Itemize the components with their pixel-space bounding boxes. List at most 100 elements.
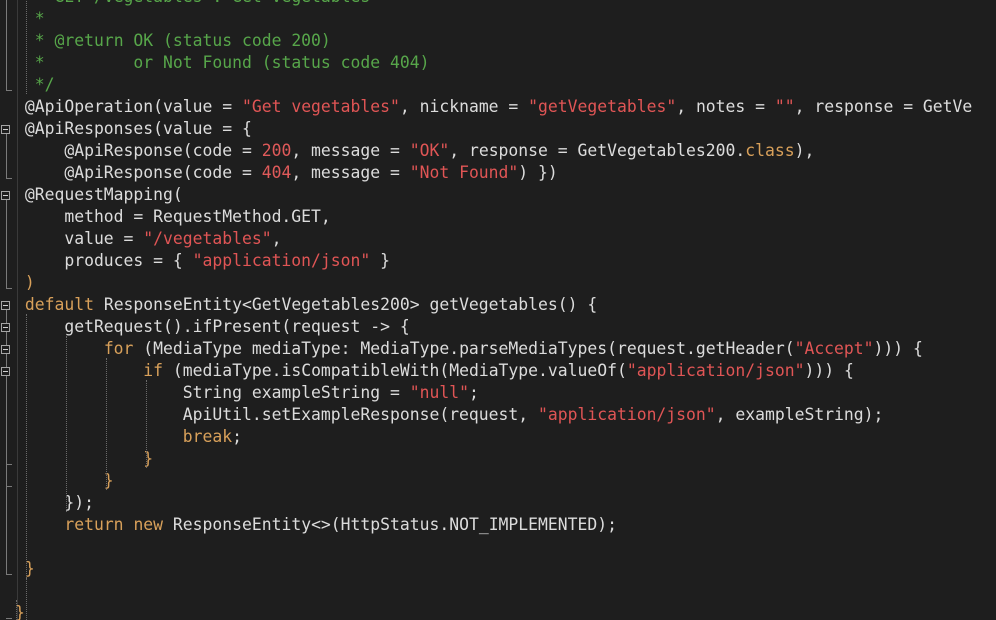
fold-end-marker [6,486,12,487]
code-editor[interactable]: * GET /vegetables : Get vegetables * * @… [0,0,996,620]
code-line[interactable]: @RequestMapping( [15,184,972,206]
code-token: } [15,559,35,578]
code-line[interactable]: * or Not Found (status code 404) [15,52,972,74]
code-line[interactable]: method = RequestMethod.GET, [15,206,972,228]
code-area[interactable]: * GET /vegetables : Get vegetables * * @… [15,0,972,620]
code-token: ResponseEntity<GetVegetables200> getVege… [93,295,598,314]
code-line[interactable]: String exampleString = "null"; [15,382,972,404]
fold-end-marker [6,574,12,575]
fold-end-marker [6,618,12,619]
code-token: = [212,97,242,116]
code-line[interactable]: for (MediaType mediaType: MediaType.pars… [15,338,972,360]
code-token: * or Not Found (status code 404) [34,53,430,72]
code-line[interactable]: } [15,448,972,470]
code-token: , notes = [676,97,775,116]
code-token: @ApiResponses(value = { [15,119,252,138]
code-line[interactable]: getRequest().ifPresent(request -> { [15,316,972,338]
code-token: default [24,295,94,314]
code-line[interactable]: produces = { "application/json" } [15,250,972,272]
code-token: @ApiResponse(code = [15,141,262,160]
code-line[interactable]: default ResponseEntity<GetVegetables200>… [15,294,972,316]
indent-guide [26,578,27,620]
code-line[interactable] [15,580,972,602]
code-token: ; [232,427,242,446]
code-token: "null" [409,383,469,402]
indent-guide [146,380,147,468]
code-token: (MediaType mediaType: MediaType.parseMed… [133,339,795,358]
code-token: "application/json" [192,251,371,270]
code-token: class [745,141,795,160]
code-line[interactable]: value = "/vegetables", [15,228,972,250]
code-token: getRequest().ifPresent(request -> { [15,317,410,336]
code-line[interactable]: * @return OK (status code 200) [15,30,972,52]
code-token: */ [34,75,55,94]
code-token: } [15,471,114,490]
code-token: "Get vegetables" [241,97,400,116]
collapse-icon[interactable] [1,125,10,134]
collapse-icon[interactable] [1,191,10,200]
code-token: ; [468,383,479,402]
code-line[interactable]: }); [15,492,972,514]
collapse-icon[interactable] [1,301,10,310]
code-token: ) }) [518,163,558,182]
code-line[interactable]: @ApiResponses(value = { [15,118,972,140]
code-line[interactable]: } [15,470,972,492]
collapse-icon[interactable] [1,367,10,376]
code-token: 200 [261,141,292,160]
code-line[interactable]: } [15,602,972,620]
code-token: } [370,251,390,270]
code-line[interactable]: } [15,558,972,580]
code-token: @ApiOperation( [15,97,164,116]
fold-end-marker [6,464,12,465]
code-token: new [133,515,164,534]
code-token: @ApiResponse(code = [15,163,262,182]
code-line[interactable]: ) [15,272,972,294]
code-token: "Not Found" [409,163,519,182]
code-line[interactable]: @ApiOperation(value = "Get vegetables", … [15,96,972,118]
indent-guide [26,0,27,94]
indent-guide [16,600,17,620]
fold-range-line [6,200,7,288]
collapse-icon[interactable] [1,345,10,354]
indent-guide [66,336,67,512]
code-token: , exampleString); [715,405,884,424]
code-token: , response = GetVegetables200. [449,141,746,160]
code-token: "application/json" [626,361,805,380]
code-token: @RequestMapping( [15,185,183,204]
code-token: produces = { [15,251,193,270]
code-token: , message = [291,141,410,160]
code-token: * @return OK (status code 200) [34,31,331,50]
fold-end-marker [6,90,12,91]
fold-range-line [6,0,7,90]
code-line[interactable]: @ApiResponse(code = 200, message = "OK",… [15,140,972,162]
code-line[interactable]: if (mediaType.isCompatibleWith(MediaType… [15,360,972,382]
code-token: "" [774,97,795,116]
code-token: ) [15,273,35,292]
code-line[interactable]: * [15,8,972,30]
code-line[interactable]: ApiUtil.setExampleResponse(request, "app… [15,404,972,426]
code-line[interactable]: @ApiResponse(code = 404, message = "Not … [15,162,972,184]
code-line[interactable]: */ [15,74,972,96]
code-line[interactable] [15,536,972,558]
code-token: return [64,515,124,534]
code-line[interactable]: return new ResponseEntity<>(HttpStatus.N… [15,514,972,536]
fold-end-marker [6,288,12,289]
code-token: , [271,229,282,248]
code-token: * [34,9,45,28]
code-token: value [163,97,213,116]
collapse-icon[interactable] [1,323,10,332]
code-line[interactable]: break; [15,426,972,448]
fold-range-line [6,134,7,178]
code-token: , nickname = [399,97,529,116]
code-token: "OK" [409,141,450,160]
code-token: "getVegetables" [528,97,677,116]
code-line[interactable]: * GET /vegetables : Get vegetables [15,0,972,8]
code-token: method = RequestMethod.GET, [15,207,331,226]
code-token: ))) { [804,361,854,380]
